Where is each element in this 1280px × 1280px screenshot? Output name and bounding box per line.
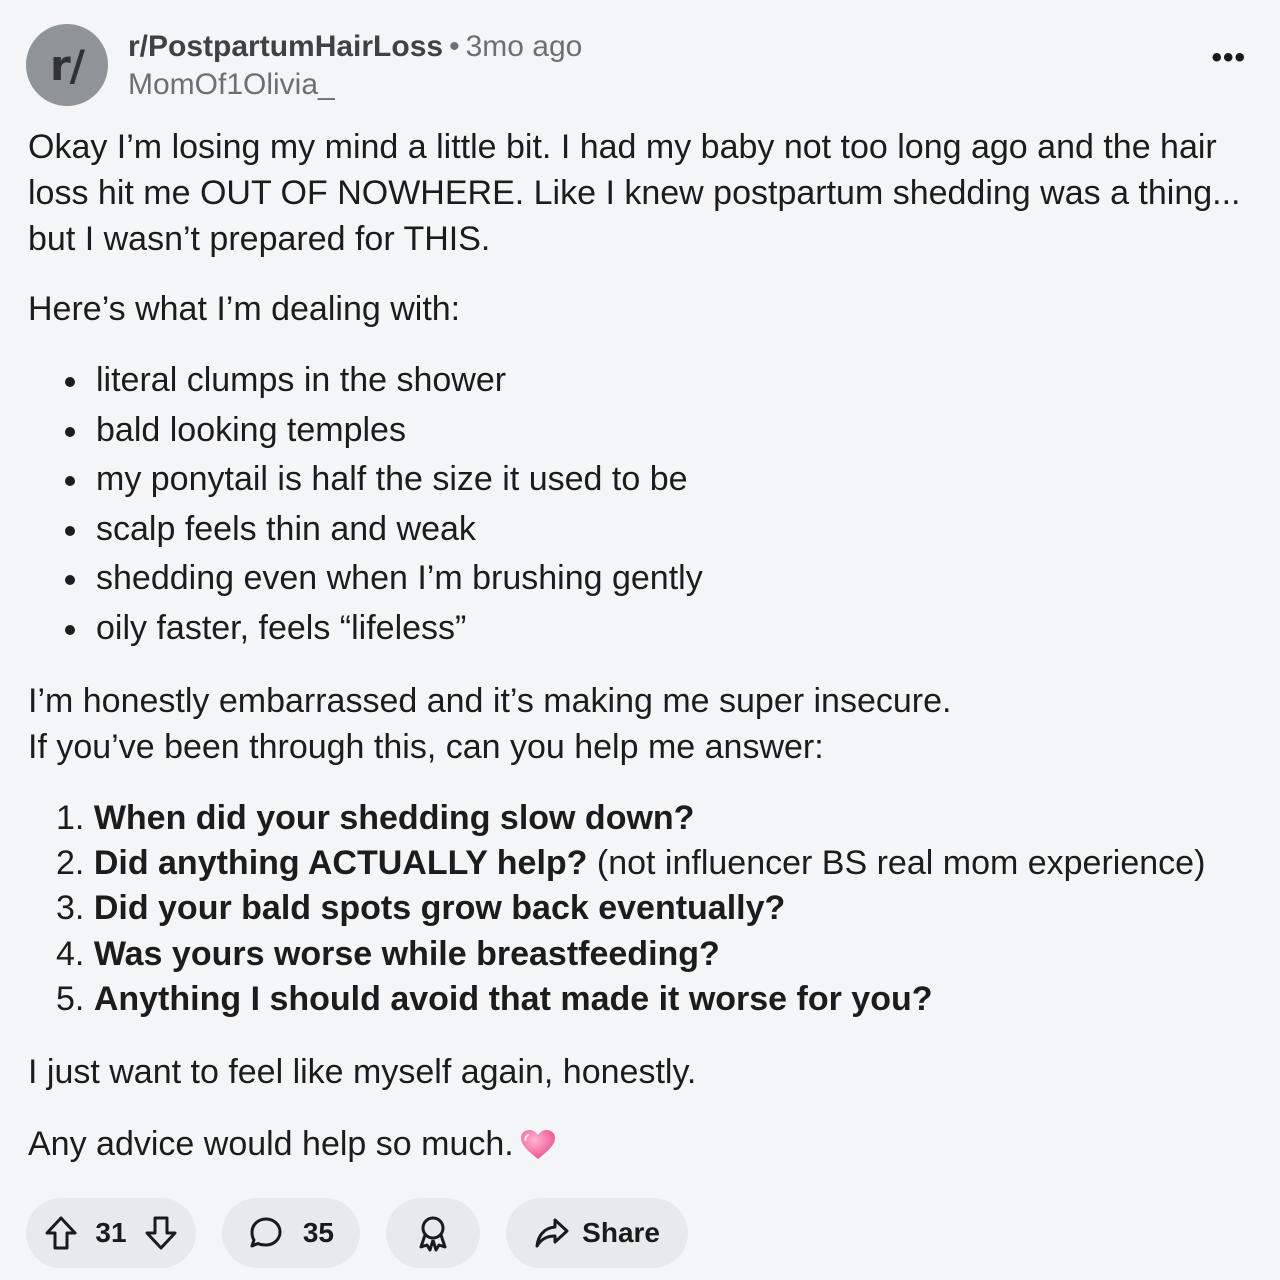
vote-count: 31 [95, 1217, 127, 1248]
list-item: shedding even when I’m brushing gently [28, 554, 1258, 604]
question-number: 4. [56, 934, 85, 973]
award-icon [415, 1214, 451, 1252]
post-meta: r/PostpartumHairLoss • 3mo ago MomOf1Olivi… [128, 28, 582, 104]
question-item: 2. Did anything ACTUALLY help? (not infl… [28, 841, 1258, 886]
insecure-line-1: I’m honestly embarrassed and it’s making… [28, 681, 952, 720]
post-paragraph-insecure: I’m honestly embarrassed and it’s making… [28, 678, 1258, 770]
advice-text: Any advice would help so much. [28, 1124, 514, 1163]
post-header: r/ r/PostpartumHairLoss • 3mo ago MomOf1Ol… [26, 24, 582, 106]
share-arrow-icon [534, 1216, 570, 1250]
question-number: 2. [56, 843, 85, 882]
post-paragraph-advice: Any advice would help so much. [28, 1121, 1258, 1167]
question-text: Did anything ACTUALLY help? [93, 843, 588, 882]
post-body: Okay I’m losing my mind a little bit. I … [28, 124, 1258, 1167]
post-paragraph-intro: Okay I’m losing my mind a little bit. I … [28, 128, 1241, 258]
comment-count: 35 [302, 1217, 334, 1248]
question-number: 1. [56, 798, 85, 837]
meta-separator: • [449, 30, 460, 63]
list-item: oily faster, feels “lifeless” [28, 604, 1258, 654]
question-text: When did your shedding slow down? [93, 798, 695, 837]
list-item: literal clumps in the shower [28, 356, 1258, 406]
question-text: Was yours worse while breastfeeding? [93, 934, 720, 973]
more-options-icon[interactable]: ••• [1211, 43, 1246, 73]
question-item: 1. When did your shedding slow down? [28, 796, 1258, 841]
question-note: (not influencer BS real mom experience) [587, 843, 1206, 882]
symptom-list: literal clumps in the shower bald lookin… [28, 356, 1258, 654]
question-text: Did your bald spots grow back eventually… [93, 889, 786, 928]
upvote-arrow-icon[interactable] [44, 1215, 78, 1251]
list-item: my ponytail is half the size it used to … [28, 455, 1258, 505]
post-paragraph-myself: I just want to feel like myself again, h… [28, 1052, 697, 1091]
question-number: 3. [56, 889, 85, 928]
question-item: 4. Was yours worse while breastfeeding? [28, 932, 1258, 977]
share-button[interactable]: Share [506, 1198, 688, 1268]
post-card: r/ r/PostpartumHairLoss • 3mo ago MomOf1Ol… [0, 0, 1280, 1280]
subreddit-link[interactable]: r/PostpartumHairLoss [128, 30, 443, 63]
share-label: Share [582, 1217, 660, 1248]
meta-row: r/PostpartumHairLoss • 3mo ago [128, 28, 582, 66]
question-text: Anything I should avoid that made it wor… [93, 980, 933, 1019]
comments-button[interactable]: 35 [222, 1198, 360, 1268]
question-number: 5. [56, 980, 85, 1019]
subreddit-avatar[interactable]: r/ [26, 24, 108, 106]
downvote-arrow-icon[interactable] [144, 1215, 178, 1251]
insecure-line-2: If you’ve been through this, can you hel… [28, 727, 824, 766]
list-item: bald looking temples [28, 406, 1258, 456]
question-item: 5. Anything I should avoid that made it … [28, 977, 1258, 1022]
author-link[interactable]: MomOf1Olivia_ [128, 66, 582, 104]
post-paragraph-dealing: Here’s what I’m dealing with: [28, 290, 461, 328]
pink-heart-icon [520, 1127, 556, 1159]
action-bar: 31 35 Share [26, 1198, 688, 1268]
question-item: 3. Did your bald spots grow back eventua… [28, 886, 1258, 931]
vote-control: 31 [26, 1198, 196, 1268]
post-timestamp: 3mo ago [465, 30, 583, 63]
question-list: 1. When did your shedding slow down? 2. … [28, 796, 1258, 1023]
comment-bubble-icon [248, 1215, 284, 1251]
list-item: scalp feels thin and weak [28, 505, 1258, 555]
award-button[interactable] [386, 1198, 480, 1268]
